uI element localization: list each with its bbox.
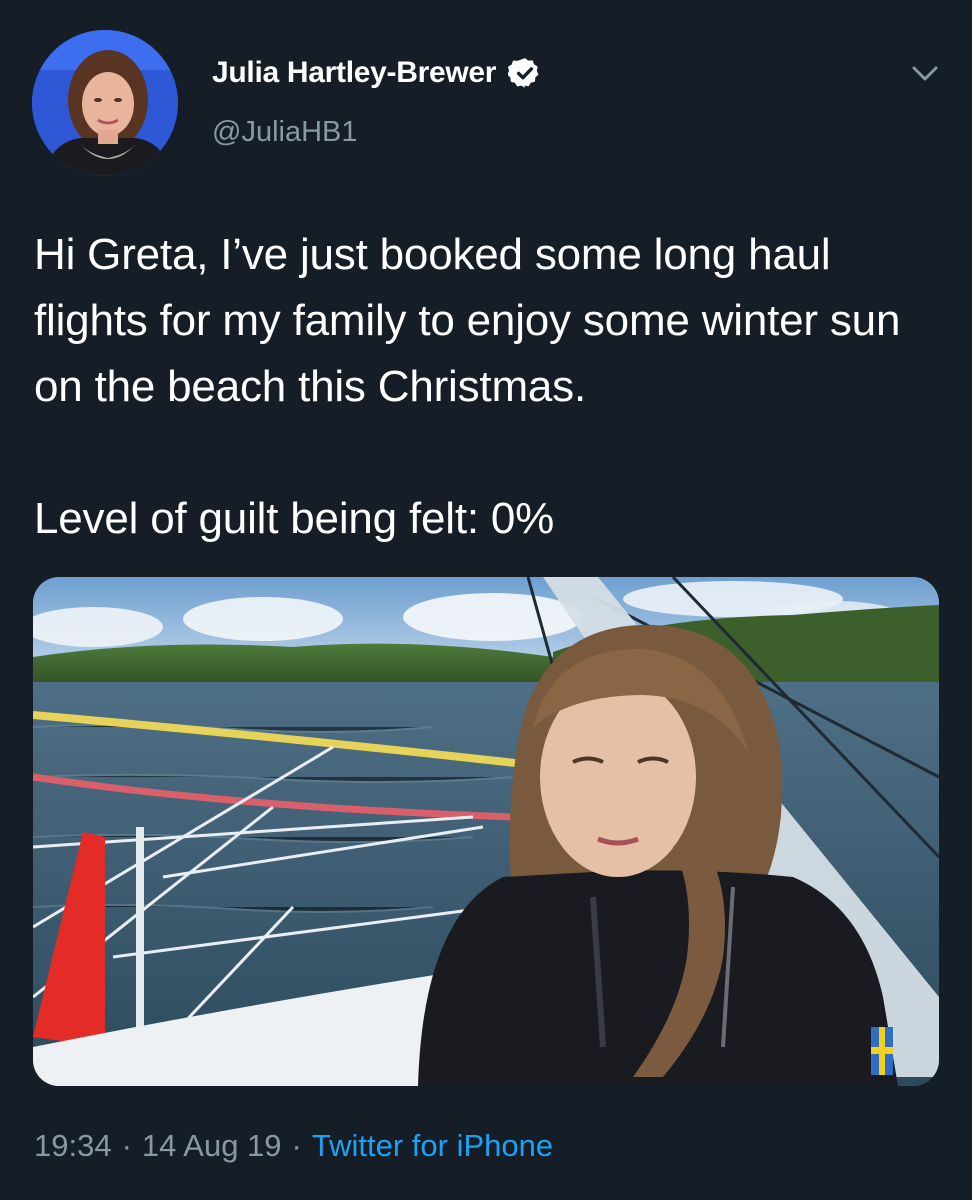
tweet-photo[interactable] [33,577,939,1086]
separator: · [291,1128,302,1163]
verified-badge-icon [508,58,539,88]
tweet-metadata: 19:34 · 14 Aug 19 · Twitter for iPhone [34,1128,553,1164]
photo-girl-on-sailboat-icon [33,577,939,1086]
tweet-time[interactable]: 19:34 [34,1128,112,1164]
tweet-text: Hi Greta, I’ve just booked some long hau… [34,230,901,543]
separator: · [121,1128,132,1163]
author-name-row[interactable]: Julia Hartley-Brewer [212,56,542,90]
avatar-photo [32,30,178,176]
author-display-name[interactable]: Julia Hartley-Brewer [212,56,496,90]
author-handle[interactable]: @JuliaHB1 [212,116,358,149]
tweet-card: Julia Hartley-Brewer @JuliaHB1 Hi Greta,… [0,0,972,1200]
author-avatar[interactable] [32,30,178,176]
chevron-down-icon[interactable] [906,58,944,88]
tweet-source-link[interactable]: Twitter for iPhone [312,1128,553,1164]
tweet-date[interactable]: 14 Aug 19 [142,1128,282,1164]
